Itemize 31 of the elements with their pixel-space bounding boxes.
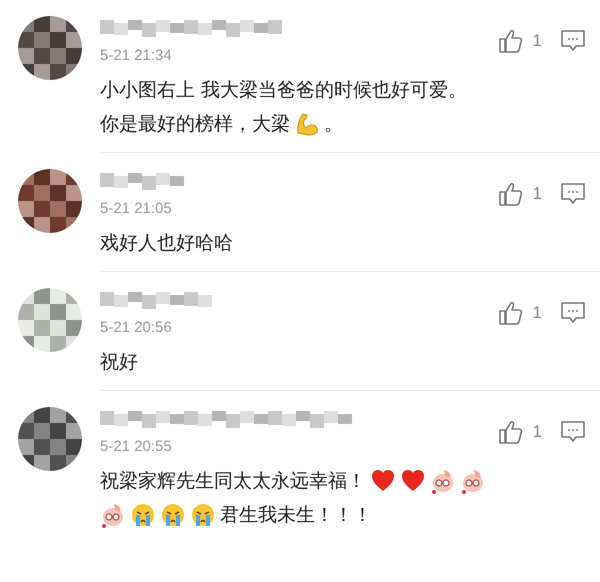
comment-text: 戏好人也好哈哈 <box>100 231 233 256</box>
comment-text: 祝梁家辉先生同太太永远幸福！ <box>100 469 366 494</box>
like-button[interactable]: 1 <box>496 181 542 207</box>
comment-icon[interactable] <box>560 181 586 207</box>
thumbs-up-icon <box>496 181 523 207</box>
creature-icon <box>100 502 126 528</box>
thumbs-up-icon <box>496 28 523 54</box>
comment-icon[interactable] <box>560 28 586 54</box>
comment-text: 。 <box>324 112 343 137</box>
like-button[interactable]: 1 <box>496 300 542 326</box>
creature-icon <box>430 468 456 494</box>
comment-icon[interactable] <box>560 300 586 326</box>
like-button[interactable]: 1 <box>496 28 542 54</box>
heart-icon <box>370 468 396 494</box>
comment-time: 5-21 21:05 <box>100 200 173 217</box>
thumbs-up-icon <box>496 419 523 445</box>
crying-face-icon <box>130 502 156 528</box>
comment-text: 小小图右上 我大梁当爸爸的时候也好可爱。 <box>100 78 468 103</box>
comment-icon[interactable] <box>560 419 586 445</box>
thumbs-up-icon <box>496 300 523 326</box>
comment-text: 你是最好的榜样，大梁 <box>100 112 290 137</box>
comment-text: 君生我未生！！！ <box>220 503 372 528</box>
creature-icon <box>460 468 486 494</box>
heart-icon <box>400 468 426 494</box>
comment-time: 5-21 20:55 <box>100 438 173 455</box>
comment-time: 5-21 21:34 <box>100 47 173 64</box>
comment-text: 祝好 <box>100 350 138 375</box>
crying-face-icon <box>160 502 186 528</box>
crying-face-icon <box>190 502 216 528</box>
comment-time: 5-21 20:56 <box>100 319 173 336</box>
like-button[interactable]: 1 <box>496 419 542 445</box>
